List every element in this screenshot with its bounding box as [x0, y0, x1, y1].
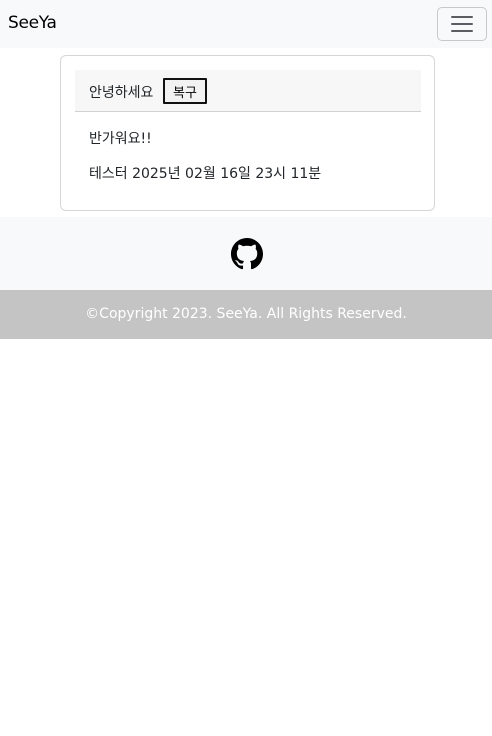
- welcome-text: 반가워요!!: [89, 131, 152, 147]
- footer-links: [0, 217, 492, 290]
- greeting-text: 안녕하세요: [89, 85, 154, 101]
- message-card: 안녕하세요 복구 반가워요!! 테스터 2025년 02월 16일 23시 11…: [60, 55, 435, 211]
- github-icon[interactable]: [231, 238, 263, 270]
- author-timestamp: 테스터 2025년 02월 16일 23시 11분: [89, 166, 322, 182]
- restore-button[interactable]: 복구: [163, 78, 207, 104]
- copyright-text: ©Copyright 2023. SeeYa. All Rights Reser…: [85, 306, 407, 322]
- card-header: 안녕하세요 복구: [75, 70, 421, 112]
- navbar: SeeYa: [0, 0, 492, 48]
- footer-copyright-bar: ©Copyright 2023. SeeYa. All Rights Reser…: [0, 290, 492, 339]
- navbar-brand[interactable]: SeeYa: [8, 13, 57, 33]
- navbar-toggler-button[interactable]: [437, 7, 487, 41]
